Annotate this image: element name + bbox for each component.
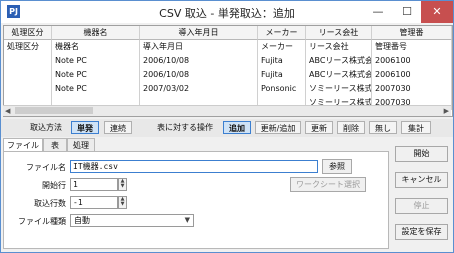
column-header[interactable]: リース会社 <box>306 26 372 40</box>
table-cell: Ponsonic <box>258 82 306 96</box>
file-settings-panel: ファイル名 IT機器.csv 参照 開始行 1 ▲ ▼ ワークシート選択 取込行数… <box>3 151 389 249</box>
close-icon[interactable]: ✕ <box>421 1 453 23</box>
file-name-input[interactable]: IT機器.csv <box>70 160 318 173</box>
column-header[interactable]: メーカー <box>258 26 306 40</box>
table-cell: 管理番号 <box>372 40 452 54</box>
title-bar[interactable]: PJ CSV 取込 - 単発取込：追加 — ☐ ✕ <box>1 1 453 23</box>
table-cell: 機器名 <box>52 40 140 54</box>
table-cell <box>4 82 52 96</box>
add-operation-button[interactable]: 追加 <box>223 121 251 134</box>
horizontal-scrollbar[interactable]: ◀ ▶ <box>3 105 451 116</box>
chevron-down-icon: ▼ <box>184 216 190 224</box>
table-row[interactable]: Note PC 2006/10/08 Fujita ABCリース株式会社 200… <box>4 54 452 68</box>
single-mode-button[interactable]: 単発 <box>71 121 99 134</box>
start-button[interactable]: 開始 <box>395 146 448 162</box>
update-operation-button[interactable]: 更新 <box>305 121 333 134</box>
table-cell <box>4 54 52 68</box>
scroll-thumb[interactable] <box>15 107 93 114</box>
start-row-input[interactable]: 1 <box>70 178 118 191</box>
file-name-label: ファイル名 <box>26 163 66 172</box>
worksheet-select-button[interactable]: ワークシート選択 <box>290 177 366 192</box>
table-cell: 処理区分 <box>4 40 52 54</box>
table-cell: 2006100 <box>372 68 452 82</box>
table-cell: 導入年月日 <box>140 40 258 54</box>
file-type-label: ファイル種類 <box>18 217 66 226</box>
continuous-mode-button[interactable]: 連続 <box>104 121 132 134</box>
table-cell: メーカー <box>258 40 306 54</box>
table-row[interactable]: 処理区分 機器名 導入年月日 メーカー リース会社 管理番号 <box>4 40 452 54</box>
file-type-select[interactable]: 自動 ▼ <box>70 214 194 227</box>
table-cell: 2006/10/08 <box>140 68 258 82</box>
file-type-value: 自動 <box>74 216 90 225</box>
tab-process[interactable]: 処理 <box>67 138 95 151</box>
table-cell: Fujita <box>258 68 306 82</box>
minimize-icon[interactable]: — <box>363 1 393 23</box>
table-cell: 2007/03/02 <box>140 82 258 96</box>
column-header[interactable]: 導入年月日 <box>140 26 258 40</box>
scroll-left-icon[interactable]: ◀ <box>5 106 10 116</box>
table-cell: リース会社 <box>306 40 372 54</box>
table-cell: 2006100 <box>372 54 452 68</box>
table-cell: ABCリース株式会社 <box>306 54 372 68</box>
row-count-stepper-icon[interactable]: ▲ ▼ <box>118 196 127 209</box>
table-cell <box>4 68 52 82</box>
row-count-label: 取込行数 <box>34 199 66 208</box>
method-label: 取込方法 <box>30 123 62 132</box>
column-header[interactable]: 機器名 <box>52 26 140 40</box>
mode-toolbar: 取込方法 単発 連続 表に対する操作 追加 更新/追加 更新 削除 無し 集計 <box>1 119 453 137</box>
delete-operation-button[interactable]: 削除 <box>337 121 365 134</box>
grid-header-row: 処理区分 機器名 導入年月日 メーカー リース会社 管理番 <box>4 26 452 40</box>
update-add-operation-button[interactable]: 更新/追加 <box>255 121 301 134</box>
table-cell: ABCリース株式会社 <box>306 68 372 82</box>
tab-file[interactable]: ファイル <box>3 138 43 152</box>
scroll-right-icon[interactable]: ▶ <box>444 106 449 116</box>
table-cell: Note PC <box>52 82 140 96</box>
column-header[interactable]: 処理区分 <box>4 26 52 40</box>
table-cell: Note PC <box>52 54 140 68</box>
save-settings-button[interactable]: 設定を保存 <box>395 224 448 240</box>
browse-button[interactable]: 参照 <box>322 159 352 174</box>
table-cell: 2006/10/08 <box>140 54 258 68</box>
csv-import-window: PJ CSV 取込 - 単発取込：追加 — ☐ ✕ 処理区分 機器名 導入年月日… <box>0 0 454 253</box>
tab-table[interactable]: 表 <box>43 138 67 151</box>
cancel-button[interactable]: キャンセル <box>395 172 448 188</box>
table-cell: ソミーリース株式会社 <box>306 82 372 96</box>
start-row-stepper-icon[interactable]: ▲ ▼ <box>118 178 127 191</box>
table-row[interactable]: Note PC 2006/10/08 Fujita ABCリース株式会社 200… <box>4 68 452 82</box>
maximize-icon[interactable]: ☐ <box>392 1 422 23</box>
column-header[interactable]: 管理番 <box>372 26 452 40</box>
preview-grid[interactable]: 処理区分 機器名 導入年月日 メーカー リース会社 管理番 処理区分 機器名 導… <box>3 25 453 117</box>
table-cell: 2007030 <box>372 82 452 96</box>
operation-label: 表に対する操作 <box>157 123 213 132</box>
none-operation-button[interactable]: 無し <box>369 121 397 134</box>
table-cell: Fujita <box>258 54 306 68</box>
table-cell: Note PC <box>52 68 140 82</box>
table-row[interactable]: Note PC 2007/03/02 Ponsonic ソミーリース株式会社 2… <box>4 82 452 96</box>
stop-button[interactable]: 停止 <box>395 198 448 214</box>
start-row-label: 開始行 <box>42 181 66 190</box>
aggregate-operation-button[interactable]: 集計 <box>401 121 431 134</box>
row-count-input[interactable]: -1 <box>70 196 118 209</box>
